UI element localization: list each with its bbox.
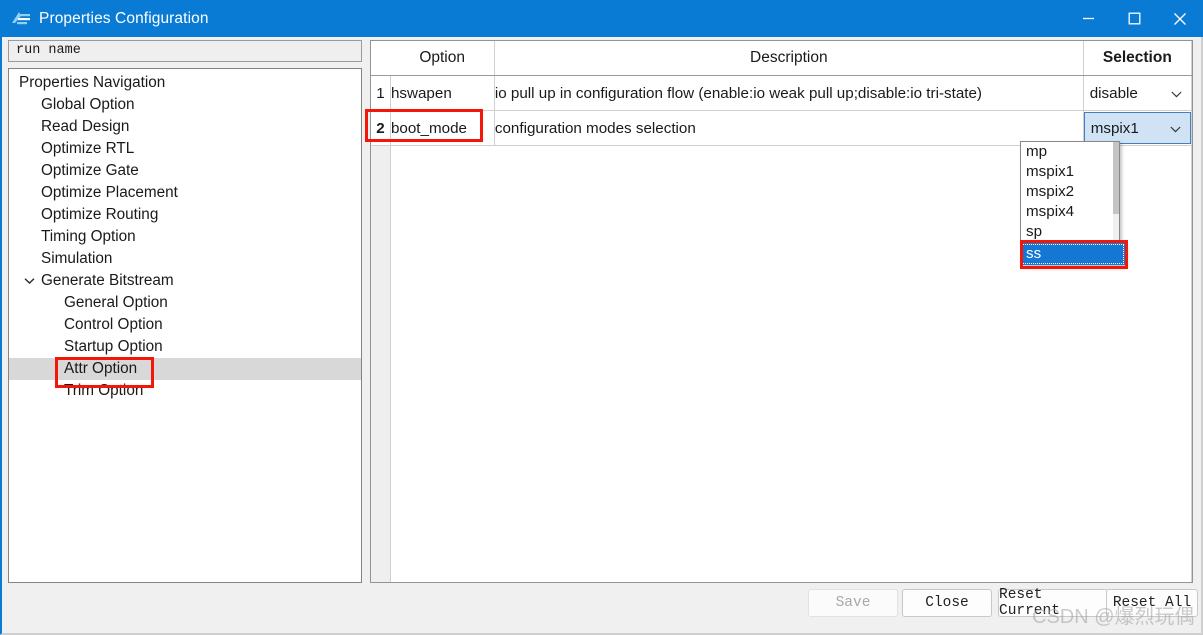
window-controls — [1065, 0, 1203, 37]
dropdown-item-mp[interactable]: mp — [1021, 142, 1119, 162]
column-header-option[interactable]: Option — [390, 41, 495, 76]
window-title: Properties Configuration — [39, 9, 209, 27]
sidebar-item-control-option[interactable]: Control Option — [9, 314, 361, 336]
cell-description: configuration modes selection — [494, 110, 1084, 146]
selection-combobox-hswapen[interactable]: disable — [1083, 77, 1191, 109]
properties-navigation-tree: Properties Navigation Global Option Read… — [8, 68, 362, 583]
dropdown-item-mspix1[interactable]: mspix1 — [1021, 162, 1119, 182]
maximize-icon[interactable] — [1111, 0, 1157, 37]
run-name-field[interactable]: run name — [8, 40, 362, 62]
tree-item-label: Optimize RTL — [41, 140, 135, 157]
minimize-icon[interactable] — [1065, 0, 1111, 37]
selection-combobox-boot-mode[interactable]: mspix1 — [1083, 112, 1191, 144]
cell-description: io pull up in configuration flow (enable… — [494, 75, 1084, 111]
dropdown-item-mspix2[interactable]: mspix2 — [1021, 182, 1119, 202]
reset-current-button[interactable]: Reset Current — [998, 587, 1108, 619]
sidebar-item-trim-option[interactable]: Trim Option — [9, 380, 361, 402]
tree-item-label: Optimize Placement — [41, 184, 178, 201]
tree-item-label: Generate Bitstream — [41, 272, 174, 289]
chevron-down-icon[interactable] — [1170, 120, 1181, 137]
sidebar-item-global-option[interactable]: Global Option — [9, 94, 361, 116]
chevron-down-icon[interactable] — [23, 270, 35, 292]
tree-item-label: Simulation — [41, 250, 113, 267]
sidebar-item-optimize-rtl[interactable]: Optimize RTL — [9, 138, 361, 160]
sidebar-item-generate-bitstream[interactable]: Generate Bitstream — [9, 270, 361, 292]
sidebar-item-general-option[interactable]: General Option — [9, 292, 361, 314]
save-button[interactable]: Save — [808, 589, 898, 617]
tree-item-label: Startup Option — [64, 338, 163, 355]
reset-all-button[interactable]: Reset All — [1106, 589, 1198, 617]
row-number: 1 — [371, 75, 391, 111]
tree-item-label: Trim Option — [64, 382, 144, 399]
tree-item-label: Optimize Gate — [41, 162, 139, 179]
tree-item-label: Read Design — [41, 118, 130, 135]
options-table: Option Description Selection 1 hswapen i… — [371, 41, 1192, 582]
sidebar-item-simulation[interactable]: Simulation — [9, 248, 361, 270]
chevron-down-icon[interactable] — [1171, 85, 1182, 102]
column-header-selection[interactable]: Selection — [1083, 41, 1192, 76]
tree-item-label: Timing Option — [41, 228, 136, 245]
gutter-filler — [371, 145, 391, 582]
tree-item-label: Attr Option — [64, 360, 138, 377]
properties-configuration-window: Properties Configuration run name Proper… — [0, 0, 1203, 635]
sidebar-item-startup-option[interactable]: Startup Option — [9, 336, 361, 358]
sidebar-item-attr-option[interactable]: Attr Option — [9, 358, 361, 380]
cell-option: hswapen — [390, 75, 495, 111]
row-number: 2 — [371, 110, 391, 146]
cell-option: boot_mode — [390, 110, 495, 146]
selection-value: mspix1 — [1090, 119, 1139, 137]
tree-root-properties-navigation[interactable]: Properties Navigation — [9, 72, 361, 94]
column-header-description[interactable]: Description — [494, 41, 1084, 76]
sidebar-item-optimize-placement[interactable]: Optimize Placement — [9, 182, 361, 204]
table-row[interactable]: 1 hswapen io pull up in configuration fl… — [371, 75, 1192, 111]
sidebar-item-read-design[interactable]: Read Design — [9, 116, 361, 138]
row-number-header — [371, 41, 391, 76]
dropdown-scrollbar-thumb[interactable] — [1113, 142, 1119, 214]
tree-item-label: Control Option — [64, 316, 163, 333]
options-table-panel: Option Description Selection 1 hswapen i… — [370, 40, 1193, 583]
close-icon[interactable] — [1157, 0, 1203, 37]
tree-item-label: General Option — [64, 294, 168, 311]
cell-selection[interactable]: disable — [1083, 75, 1192, 111]
dropdown-item-sp[interactable]: sp — [1021, 222, 1119, 242]
tree-item-label: Global Option — [41, 96, 135, 113]
sidebar-item-optimize-gate[interactable]: Optimize Gate — [9, 160, 361, 182]
dialog-button-bar: Save Close Reset Current Reset All — [2, 587, 1201, 629]
app-logo-icon — [10, 9, 32, 29]
navigation-panel: run name Properties Navigation Global Op… — [8, 40, 362, 583]
dropdown-item-ss-highlighted[interactable]: ss — [1021, 243, 1125, 265]
tree-item-label: Optimize Routing — [41, 206, 159, 223]
dropdown-scrollbar[interactable] — [1113, 142, 1119, 242]
title-bar: Properties Configuration — [0, 0, 1203, 37]
sidebar-item-timing-option[interactable]: Timing Option — [9, 226, 361, 248]
close-button[interactable]: Close — [902, 589, 992, 617]
sidebar-item-optimize-routing[interactable]: Optimize Routing — [9, 204, 361, 226]
dropdown-item-mspix4[interactable]: mspix4 — [1021, 202, 1119, 222]
selection-value: disable — [1089, 84, 1138, 102]
boot-mode-dropdown-list[interactable]: mp mspix1 mspix2 mspix4 sp — [1020, 141, 1120, 243]
table-header-row: Option Description Selection — [371, 41, 1192, 76]
